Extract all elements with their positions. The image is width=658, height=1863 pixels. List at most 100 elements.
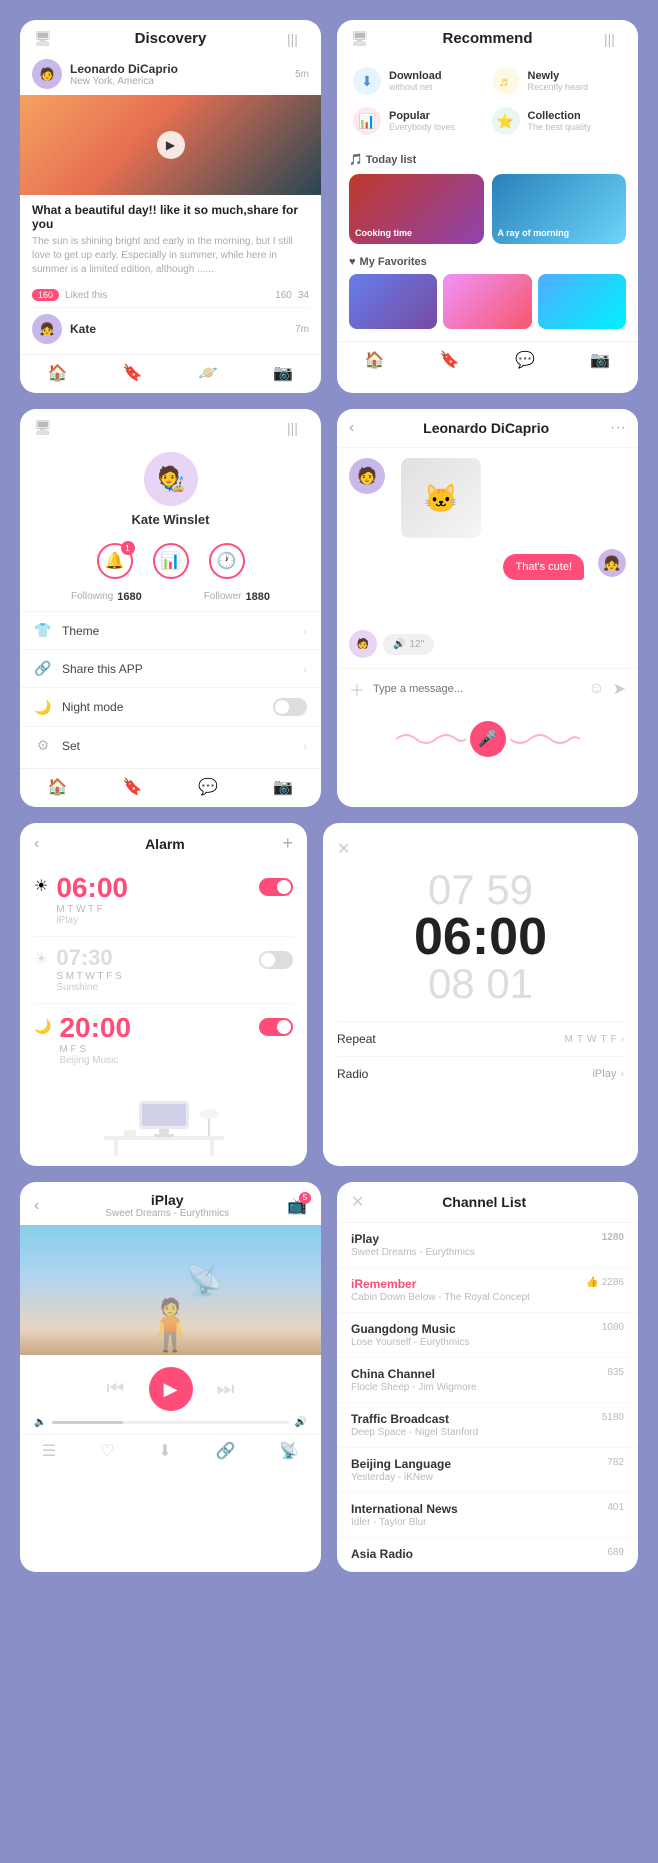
notification-btn[interactable]: 🔔 1 — [97, 543, 133, 579]
channel-china[interactable]: 835 China Channel Flocle Sheep - Jim Wig… — [337, 1358, 638, 1403]
bars-icon: ||| — [287, 31, 307, 47]
nav-user-3[interactable]: 📷 — [273, 777, 293, 797]
progress-track[interactable] — [52, 1421, 288, 1424]
next-btn[interactable]: ⏭ — [217, 1378, 235, 1401]
nav-camera[interactable]: 📷 — [273, 363, 293, 383]
channel-asia[interactable]: 689 Asia Radio — [337, 1538, 638, 1572]
alarm-toggle-1[interactable] — [259, 878, 293, 896]
rec-download-info: Download without net — [389, 70, 442, 92]
chat-my-msg: That's cute! 👧 — [349, 546, 626, 580]
add-alarm-btn[interactable]: + — [282, 833, 293, 854]
mic-button[interactable]: 🎤 — [470, 721, 506, 757]
channel-intl[interactable]: 401 International News Idler - Taylor Bl… — [337, 1493, 638, 1538]
heart-action[interactable]: ♡ — [100, 1441, 114, 1461]
nav-bookmark[interactable]: 🔖 — [123, 363, 143, 383]
menu-set[interactable]: ⚙ Set › — [20, 726, 321, 764]
more-button[interactable]: ··· — [610, 419, 626, 437]
nav-planet[interactable]: 🪐 — [198, 363, 218, 383]
broadcast-action[interactable]: 📡 — [279, 1441, 299, 1461]
menu-share[interactable]: 🔗 Share this APP › — [20, 649, 321, 687]
media-thumb[interactable]: ▶ — [20, 95, 321, 195]
close-btn[interactable]: ✕ — [337, 839, 624, 859]
rec-newly-sub: Recently heard — [528, 82, 589, 92]
alarm-label-2: Sunshine — [56, 982, 121, 993]
channel-traffic[interactable]: 5180 Traffic Broadcast Deep Space - Nige… — [337, 1403, 638, 1448]
profile-stats: Following 1680 Follower 1880 — [20, 587, 321, 611]
fav-item-2[interactable] — [443, 274, 531, 329]
menu-night[interactable]: 🌙 Night mode — [20, 687, 321, 726]
today-label-2: A ray of morning — [498, 228, 570, 238]
send-icon[interactable]: ➤ — [613, 679, 626, 699]
pole: 📡 — [186, 1264, 223, 1299]
nav-bookmark-3[interactable]: 🔖 — [123, 777, 143, 797]
rec-newly[interactable]: ♬ Newly Recently heard — [488, 61, 627, 101]
popular-icon: 📊 — [353, 107, 381, 135]
today-label-1: Cooking time — [355, 228, 412, 238]
alarm-toggle-2[interactable] — [259, 951, 293, 969]
nav-chat-2[interactable]: 💬 — [515, 350, 535, 370]
rec-collection-label: Collection — [528, 110, 592, 122]
download-action[interactable]: ⬇ — [158, 1441, 171, 1461]
alarm-time-2: 07:30 — [56, 947, 121, 969]
nav-home-3[interactable]: 🏠 — [48, 777, 68, 797]
play-big-btn[interactable]: ▶ — [149, 1367, 193, 1411]
clock-btn[interactable]: 🕐 — [209, 543, 245, 579]
rec-download[interactable]: ⬇ Download without net — [349, 61, 488, 101]
close-channel-btn[interactable]: ✕ — [351, 1192, 364, 1212]
user-name-2: Kate — [70, 322, 287, 336]
channel-iremember[interactable]: 👍 2286 iRemember Cabin Down Below - The … — [337, 1268, 638, 1313]
favorites-section: ♥ My Favorites — [337, 252, 638, 337]
night-toggle[interactable] — [273, 698, 307, 716]
user-row-1: 🧑 Leonardo DiCaprio New York, America 5m — [20, 53, 321, 95]
prev-btn[interactable]: ⏮ — [107, 1378, 125, 1401]
share-action[interactable]: 🔗 — [215, 1441, 235, 1461]
channel-iplay[interactable]: iPlay 1280 Sweet Dreams - Eurythmics — [337, 1223, 638, 1268]
chat-input[interactable] — [373, 675, 580, 703]
iplay-photo: 🧍 📡 — [20, 1225, 321, 1355]
channel-sub-iplay: Sweet Dreams - Eurythmics — [351, 1247, 624, 1258]
profile-card: 🖥 ||| 🧑‍🎨 Kate Winslet 🔔 1 📊 🕐 Following — [20, 409, 321, 807]
clock-card: ✕ 07 59 06:00 08 01 Repeat M T W T F › — [323, 823, 638, 1166]
emoji-icon[interactable]: ☺ — [588, 680, 604, 698]
menu-action[interactable]: ☰ — [42, 1441, 56, 1461]
clock-radio-row: Radio iPlay › — [337, 1056, 624, 1091]
channel-guangdong[interactable]: 1080 Guangdong Music Lose Yourself - Eur… — [337, 1313, 638, 1358]
fav-item-3[interactable] — [538, 274, 626, 329]
monitor-icon: 🖥 — [34, 30, 54, 47]
alarm-title: Alarm — [145, 836, 185, 852]
rec-collection[interactable]: ⭐ Collection The best quality — [488, 101, 627, 141]
add-icon[interactable]: ＋ — [349, 677, 365, 701]
today-list-title: 🎵 Today list — [337, 149, 638, 170]
channel-beijing[interactable]: 782 Beijing Language Yesterday - iKNew — [337, 1448, 638, 1493]
toggle-1[interactable] — [259, 878, 293, 896]
alarm-days-2: S M T W T F S — [56, 971, 121, 982]
nav-camera-2[interactable]: 📷 — [590, 350, 610, 370]
play-button[interactable]: ▶ — [157, 131, 185, 159]
today-item-1[interactable]: Cooking time — [349, 174, 484, 244]
alarm-back[interactable]: ‹ — [34, 835, 39, 853]
rec-popular[interactable]: 📊 Popular Everybody loves — [349, 101, 488, 141]
iplay-title-main: iPlay — [47, 1192, 287, 1208]
cast-icon[interactable]: 📺 5 — [287, 1196, 307, 1216]
rec-collection-sub: The best quality — [528, 122, 592, 132]
repeat-label: Repeat — [337, 1032, 376, 1046]
menu-theme[interactable]: 👕 Theme › — [20, 611, 321, 649]
alarm-detail-3: 20:00 M F S Beijing Music — [59, 1014, 131, 1066]
fav-item-1[interactable] — [349, 274, 437, 329]
user-row-2: 👧 Kate 7m — [20, 308, 321, 350]
share-label: Share this APP — [62, 662, 293, 676]
stats-btn[interactable]: 📊 — [153, 543, 189, 579]
nav-home-2[interactable]: 🏠 — [365, 350, 385, 370]
toggle-3[interactable] — [259, 1018, 293, 1036]
clock-repeat-row: Repeat M T W T F › — [337, 1021, 624, 1056]
toggle-2[interactable] — [259, 951, 293, 969]
today-item-2[interactable]: A ray of morning — [492, 174, 627, 244]
alarm-time-1: 06:00 — [56, 874, 128, 902]
back-button[interactable]: ‹ — [349, 419, 354, 437]
nav-home[interactable]: 🏠 — [48, 363, 68, 383]
nav-chat-3[interactable]: 💬 — [198, 777, 218, 797]
nav-bookmark-2[interactable]: 🔖 — [440, 350, 460, 370]
alarm-toggle-3[interactable] — [259, 1018, 293, 1036]
iplay-back[interactable]: ‹ — [34, 1197, 39, 1215]
channel-sub-iremember: Cabin Down Below - The Royal Concept — [351, 1292, 624, 1303]
